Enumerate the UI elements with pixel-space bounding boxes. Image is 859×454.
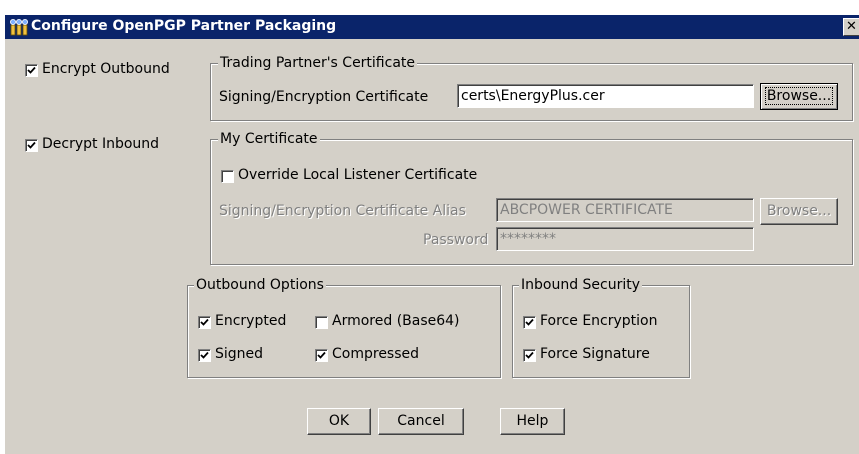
close-button[interactable]: ✕ <box>843 18 859 36</box>
window-title: Configure OpenPGP Partner Packaging <box>31 18 337 34</box>
outbound-options-legend: Outbound Options <box>194 277 326 293</box>
signed-label: Signed <box>215 346 264 362</box>
checkmark-icon <box>317 351 326 359</box>
checkmark-icon <box>525 351 534 359</box>
force-encryption-label: Force Encryption <box>540 313 658 329</box>
outbound-options-group <box>187 285 501 378</box>
partner-browse-button[interactable]: Browse... <box>760 83 838 110</box>
armored-checkbox[interactable] <box>315 316 328 329</box>
certificate-alias-label: Signing/Encryption Certificate Alias <box>219 203 466 219</box>
partner-browse-label: Browse... <box>764 87 834 105</box>
decrypt-inbound-label: Decrypt Inbound <box>42 136 160 152</box>
title-bar[interactable]: Configure OpenPGP Partner Packaging ✕ <box>5 15 859 39</box>
checkmark-icon <box>200 318 209 326</box>
encrypted-checkbox[interactable] <box>198 316 211 329</box>
my-certificate-browse-button[interactable]: Browse... <box>760 198 838 225</box>
encrypted-label: Encrypted <box>215 313 287 329</box>
override-listener-certificate-checkbox[interactable] <box>221 170 234 183</box>
encrypt-outbound-label: Encrypt Outbound <box>42 61 170 77</box>
password-input[interactable]: ******** <box>496 227 754 251</box>
password-label: Password <box>423 232 489 248</box>
inbound-security-group <box>512 285 690 378</box>
checkmark-icon <box>27 141 36 149</box>
checkmark-icon <box>525 318 534 326</box>
help-button[interactable]: Help <box>500 408 565 435</box>
signed-checkbox[interactable] <box>198 349 211 362</box>
cancel-button[interactable]: Cancel <box>378 408 464 435</box>
encrypt-outbound-checkbox[interactable] <box>25 64 38 77</box>
certificate-alias-input[interactable]: ABCPOWER CERTIFICATE <box>496 198 754 222</box>
force-signature-checkbox[interactable] <box>523 349 536 362</box>
override-listener-certificate-label: Override Local Listener Certificate <box>238 167 478 183</box>
checkmark-icon <box>27 66 36 74</box>
close-icon: ✕ <box>846 19 857 34</box>
partner-signing-certificate-input[interactable]: certs\EnergyPlus.cer <box>457 84 754 108</box>
armored-label: Armored (Base64) <box>332 313 460 329</box>
dialog-window: Configure OpenPGP Partner Packaging ✕ En… <box>4 14 859 454</box>
force-signature-label: Force Signature <box>540 346 650 362</box>
compressed-checkbox[interactable] <box>315 349 328 362</box>
my-certificate-legend: My Certificate <box>218 131 320 147</box>
inbound-security-legend: Inbound Security <box>519 277 643 293</box>
decrypt-inbound-checkbox[interactable] <box>25 139 38 152</box>
ok-button[interactable]: OK <box>307 408 371 435</box>
force-encryption-checkbox[interactable] <box>523 316 536 329</box>
checkmark-icon <box>200 351 209 359</box>
key-pair-icon <box>10 19 28 36</box>
partner-signing-certificate-label: Signing/Encryption Certificate <box>219 89 429 105</box>
trading-partner-certificate-legend: Trading Partner's Certificate <box>218 55 418 71</box>
compressed-label: Compressed <box>332 346 420 362</box>
